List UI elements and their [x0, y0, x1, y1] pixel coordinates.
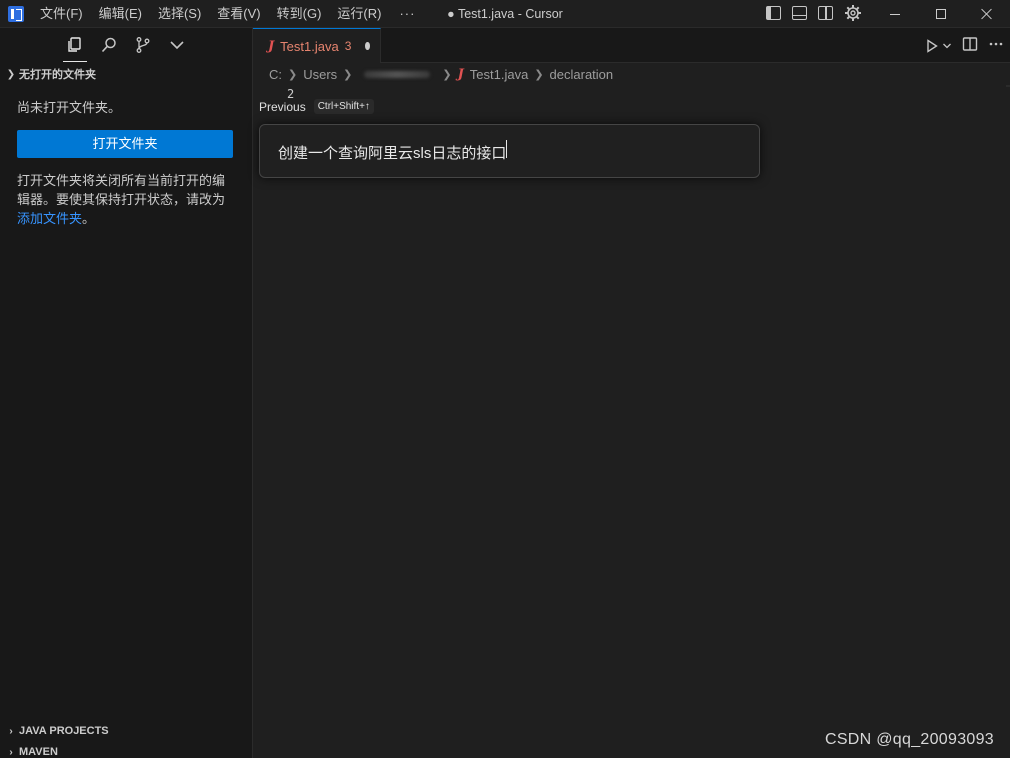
close-icon [981, 8, 993, 20]
java-file-icon: J [457, 66, 464, 82]
section-title: MAVEN [19, 746, 58, 758]
sidebar: ❯ 无打开的文件夹 尚未打开文件夹。 打开文件夹 打开文件夹将关闭所有当前打开的… [0, 28, 253, 758]
explorer-tab[interactable] [63, 28, 87, 62]
chevron-down-icon [170, 41, 184, 50]
toggle-panel-button[interactable] [792, 4, 810, 22]
toggle-secondary-sidebar-button[interactable] [818, 4, 836, 22]
editor-tab-bar: J Test1.java 3 [253, 28, 1010, 63]
prompt-history-hint: Previous Ctrl+Shift+↑ [259, 99, 374, 114]
breadcrumb-symbol[interactable]: declaration [550, 67, 614, 82]
more-actions-button[interactable] [988, 36, 1004, 55]
inline-ai-prompt-box: 创建一个查询阿里云sls日志的接口 [259, 124, 760, 178]
chevron-right-icon: ❯ [343, 68, 353, 81]
menu-edit[interactable]: 编辑(E) [91, 3, 150, 25]
tab-test1-java[interactable]: J Test1.java 3 [253, 28, 381, 63]
minimize-button[interactable] [872, 0, 918, 28]
search-icon [101, 37, 116, 53]
section-title: JAVA PROJECTS [19, 725, 109, 737]
problems-count-badge: 3 [344, 39, 352, 53]
menu-bar: 文件(F) 编辑(E) 选择(S) 查看(V) 转到(G) 运行(R) ··· [32, 0, 425, 28]
hint-text: 打开文件夹将关闭所有当前打开的编辑器。要使其保持打开状态，请改为 [17, 173, 226, 207]
breadcrumb: C: ❯ Users ❯ ❯ J Test1.java ❯ declaratio… [253, 63, 1010, 85]
source-control-tab[interactable] [131, 33, 155, 57]
menu-view[interactable]: 查看(V) [209, 3, 268, 25]
chevron-right-icon: › [9, 746, 13, 758]
breadcrumb-redacted-folder [364, 70, 431, 78]
run-button[interactable] [926, 38, 952, 53]
java-projects-section-header[interactable]: › JAVA PROJECTS [0, 721, 252, 741]
tab-label: Test1.java [280, 38, 339, 54]
add-folder-link[interactable]: 添加文件夹 [17, 211, 82, 226]
chevron-right-icon: ❯ [534, 68, 544, 81]
window-controls [872, 0, 1010, 28]
chevron-down-icon: ❯ [6, 68, 16, 80]
open-folder-hint: 打开文件夹将关闭所有当前打开的编辑器。要使其保持打开状态，请改为添加文件夹。 [0, 158, 252, 228]
title-bar: 文件(F) 编辑(E) 选择(S) 查看(V) 转到(G) 运行(R) ··· … [0, 0, 1010, 28]
close-window-button[interactable] [964, 0, 1010, 28]
chevron-down-icon [943, 43, 951, 48]
files-icon [68, 36, 81, 52]
menu-go[interactable]: 转到(G) [269, 3, 330, 25]
menu-file[interactable]: 文件(F) [32, 3, 91, 25]
hint-end: 。 [82, 211, 96, 226]
previous-shortcut-badge: Ctrl+Shift+↑ [313, 99, 374, 114]
settings-button[interactable] [844, 4, 862, 22]
chevron-right-icon: ❯ [442, 68, 452, 81]
source-control-icon [136, 37, 150, 53]
cursor-app-icon [8, 5, 24, 22]
menu-selection[interactable]: 选择(S) [150, 3, 209, 25]
prompt-input[interactable]: 创建一个查询阿里云sls日志的接口 [278, 139, 748, 163]
no-folder-section-header[interactable]: ❯ 无打开的文件夹 [0, 63, 252, 85]
breadcrumb-drive[interactable]: C: [269, 67, 282, 82]
play-icon [927, 38, 938, 53]
prompt-text: 创建一个查询阿里云sls日志的接口 [278, 144, 507, 162]
sidebar-layout-icon [766, 6, 781, 20]
text-caret [506, 139, 508, 158]
unsaved-dot-icon[interactable] [365, 42, 370, 50]
maven-section-header[interactable]: › MAVEN [0, 742, 252, 758]
split-editor-icon [962, 37, 978, 51]
more-icon [989, 42, 1003, 46]
maximize-icon [936, 9, 946, 19]
java-file-icon: J [268, 38, 275, 54]
chevron-right-icon: › [9, 725, 13, 737]
split-editor-button[interactable] [962, 36, 978, 55]
section-title: 无打开的文件夹 [19, 69, 96, 81]
secondary-sidebar-layout-icon [818, 6, 833, 20]
layout-controls [766, 4, 862, 22]
menu-run[interactable]: 运行(R) [329, 3, 389, 25]
breadcrumb-file[interactable]: Test1.java [470, 67, 529, 82]
open-folder-button[interactable]: 打开文件夹 [17, 130, 233, 158]
search-tab[interactable] [97, 33, 121, 57]
more-views-tab[interactable] [165, 33, 189, 57]
maximize-button[interactable] [918, 0, 964, 28]
bottom-sections: › JAVA PROJECTS › MAVEN [0, 720, 252, 758]
toggle-primary-sidebar-button[interactable] [766, 4, 784, 22]
panel-layout-icon [792, 6, 807, 20]
editor-actions [926, 28, 1004, 63]
breadcrumb-users[interactable]: Users [303, 67, 337, 82]
gear-icon [845, 5, 861, 21]
chevron-right-icon: ❯ [288, 68, 298, 81]
editor-area: J Test1.java 3 C: ❯ Users ❯ ❯ J Test1.ja… [253, 28, 1010, 758]
scrollbar-marker [1006, 85, 1010, 87]
previous-label[interactable]: Previous [259, 100, 306, 114]
csdn-watermark: CSDN @qq_20093093 [824, 731, 994, 748]
menu-more-button[interactable]: ··· [389, 3, 425, 25]
empty-folder-message: 尚未打开文件夹。 [17, 100, 122, 115]
minimize-icon [890, 13, 900, 15]
activity-bar [0, 28, 252, 62]
